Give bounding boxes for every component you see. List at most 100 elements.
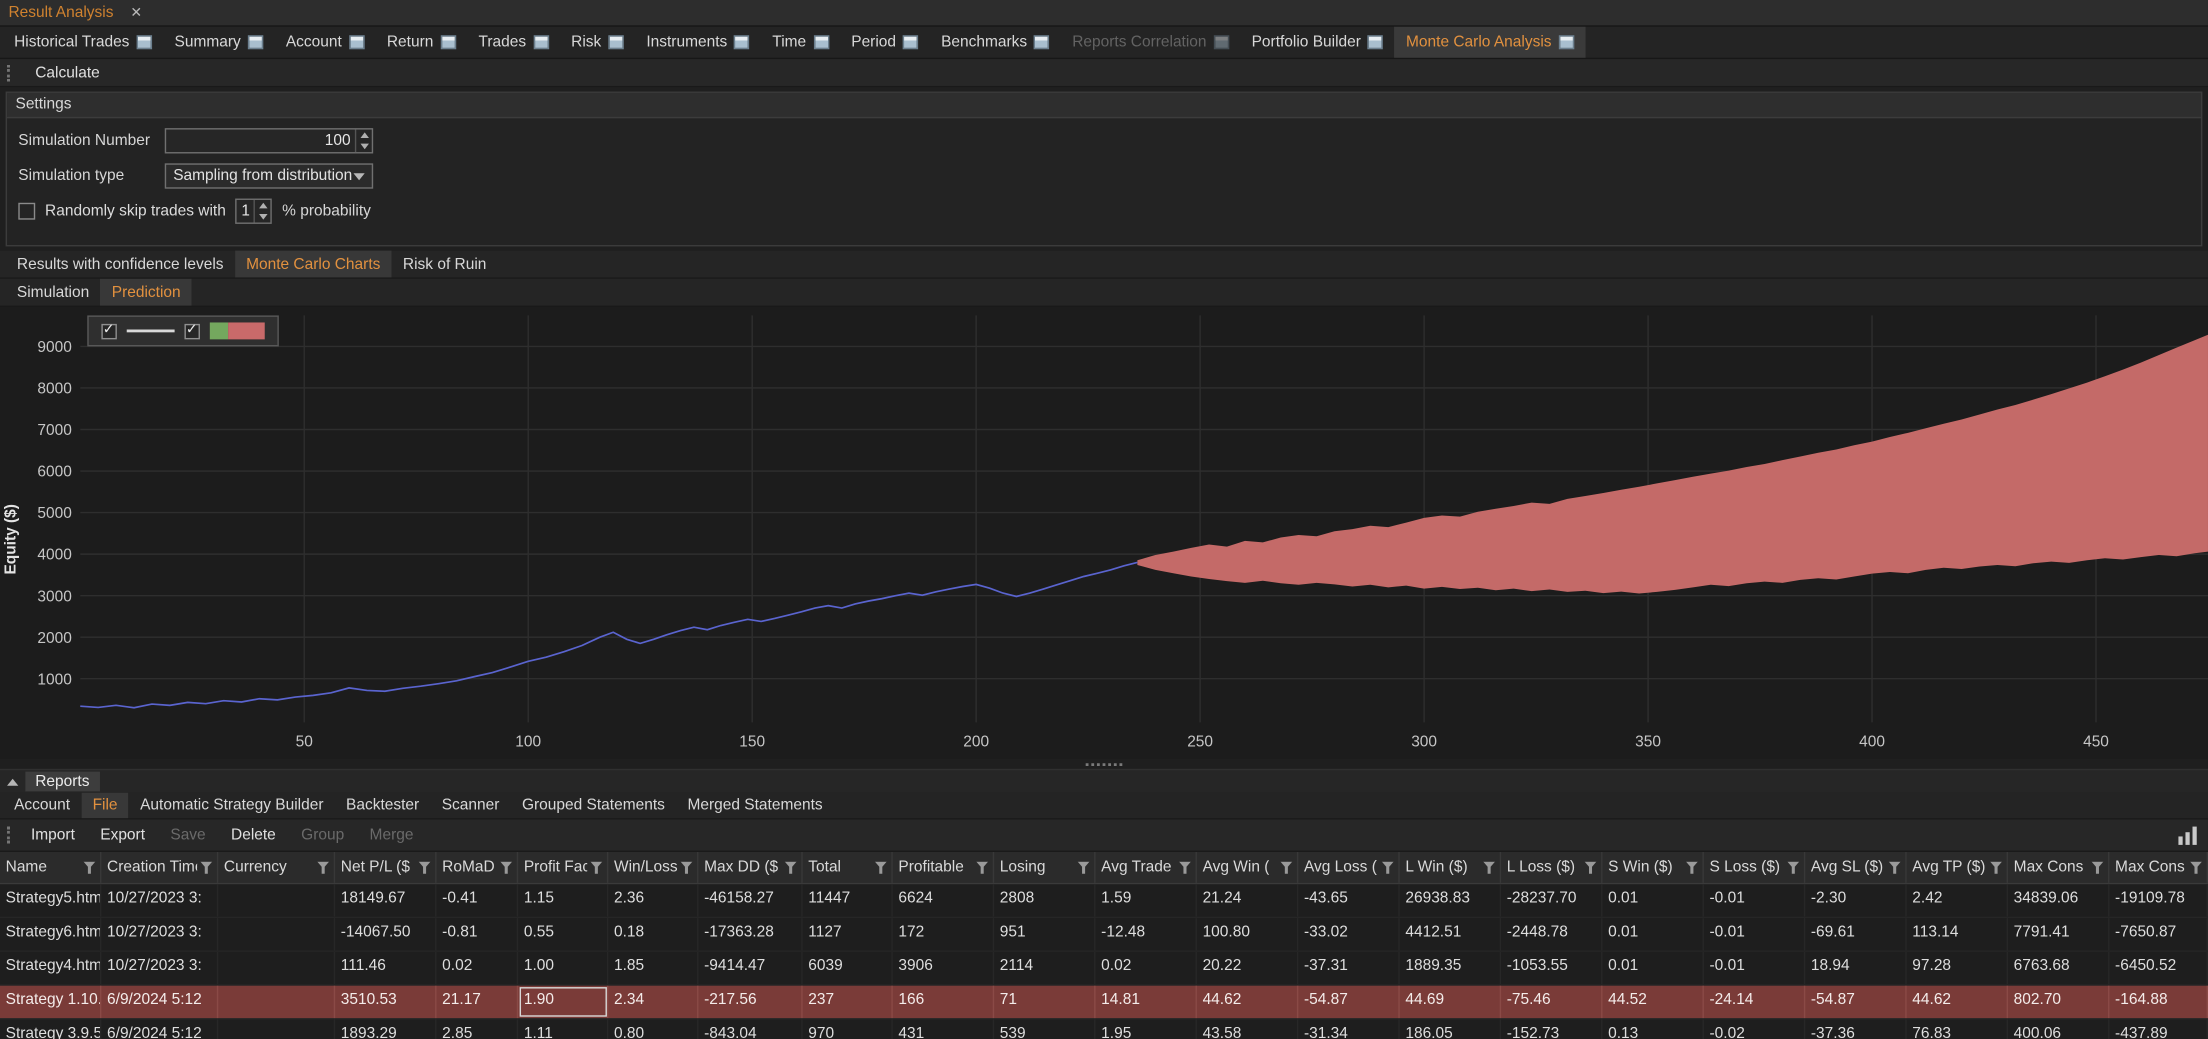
cell[interactable]: 970 — [803, 1020, 893, 1039]
cell[interactable]: -164.88 — [2109, 986, 2208, 1018]
filter-funnel-icon[interactable] — [1888, 861, 1901, 874]
cell[interactable]: -37.31 — [1298, 952, 1399, 984]
cell[interactable]: 2808 — [994, 884, 1095, 916]
cell[interactable]: 6/9/2024 5:12 — [101, 986, 218, 1018]
tab-risk[interactable]: Risk — [560, 27, 635, 58]
cell[interactable]: 14.81 — [1096, 986, 1197, 1018]
filter-funnel-icon[interactable] — [976, 861, 989, 874]
cell[interactable]: 10/27/2023 3: — [101, 952, 218, 984]
spin-down-icon[interactable] — [356, 141, 371, 152]
cell[interactable]: -33.02 — [1298, 918, 1399, 950]
tab-automatic-strategy-builder[interactable]: Automatic Strategy Builder — [129, 793, 335, 818]
cell[interactable]: 34839.06 — [2008, 884, 2109, 916]
cell[interactable]: 802.70 — [2008, 986, 2109, 1018]
tab-backtester[interactable]: Backtester — [335, 793, 431, 818]
cell[interactable]: 1.85 — [608, 952, 698, 984]
cell[interactable]: 400.06 — [2008, 1020, 2109, 1039]
filter-funnel-icon[interactable] — [1787, 861, 1800, 874]
column-header-l-loss-15[interactable]: L Loss ($) — [1501, 852, 1602, 883]
cell[interactable] — [218, 884, 335, 916]
cell[interactable]: -0.02 — [1704, 1020, 1805, 1039]
cell[interactable]: 2114 — [994, 952, 1095, 984]
cell[interactable]: 100.80 — [1197, 918, 1298, 950]
cell[interactable]: 2.36 — [608, 884, 698, 916]
filter-funnel-icon[interactable] — [200, 861, 213, 874]
close-icon[interactable]: ✕ — [130, 5, 142, 20]
cell[interactable]: -2.30 — [1805, 884, 1906, 916]
table-row[interactable]: Strategy 1.10.6/9/2024 5:123510.5321.171… — [0, 986, 2208, 1020]
cell[interactable]: 6763.68 — [2008, 952, 2109, 984]
cell[interactable]: 1.95 — [1096, 1020, 1197, 1039]
cell[interactable]: Strategy4.htm — [0, 952, 101, 984]
toolbar-grip[interactable] — [7, 64, 14, 81]
tab-account[interactable]: Account — [275, 27, 376, 58]
tab-benchmarks[interactable]: Benchmarks — [930, 27, 1061, 58]
column-header-avg-win-12[interactable]: Avg Win ( — [1197, 852, 1298, 883]
column-header-profit-fact-5[interactable]: Profit Fact — [518, 852, 608, 883]
cell[interactable]: -0.01 — [1704, 884, 1805, 916]
cell[interactable]: 2.85 — [437, 1020, 519, 1039]
cell[interactable] — [218, 952, 335, 984]
column-header-s-win-16[interactable]: S Win ($) — [1602, 852, 1703, 883]
column-header-avg-loss-13[interactable]: Avg Loss ( — [1298, 852, 1399, 883]
cell[interactable]: 44.62 — [1907, 986, 2008, 1018]
cell[interactable]: -43.65 — [1298, 884, 1399, 916]
cell[interactable]: 76.83 — [1907, 1020, 2008, 1039]
tab-scanner[interactable]: Scanner — [430, 793, 510, 818]
cell[interactable]: 1889.35 — [1400, 952, 1501, 984]
tab-reports-correlation[interactable]: Reports Correlation — [1061, 27, 1240, 58]
tab-account[interactable]: Account — [3, 793, 82, 818]
column-header-max-cons-21[interactable]: Max Cons — [2109, 852, 2208, 883]
cell[interactable]: 44.62 — [1197, 986, 1298, 1018]
simulation-type-dropdown[interactable]: Sampling from distribution — [165, 163, 373, 188]
filter-funnel-icon[interactable] — [83, 861, 96, 874]
cell[interactable]: 21.24 — [1197, 884, 1298, 916]
reports-header[interactable]: Reports — [0, 769, 2208, 793]
cell[interactable]: 113.14 — [1907, 918, 2008, 950]
column-header-losing-10[interactable]: Losing — [994, 852, 1095, 883]
cell[interactable]: 186.05 — [1400, 1020, 1501, 1039]
cell[interactable]: 0.01 — [1602, 884, 1703, 916]
cell[interactable]: 2.34 — [608, 986, 698, 1018]
cell[interactable]: 20.22 — [1197, 952, 1298, 984]
column-header-max-dd-7[interactable]: Max DD ($ — [698, 852, 802, 883]
column-header-currency-2[interactable]: Currency — [218, 852, 335, 883]
cell[interactable]: Strategy 3.9.5 — [0, 1020, 101, 1039]
calculate-button[interactable]: Calculate — [24, 61, 111, 84]
cell[interactable]: 172 — [893, 918, 994, 950]
filter-funnel-icon[interactable] — [874, 861, 887, 874]
cell[interactable]: -31.34 — [1298, 1020, 1399, 1039]
cell[interactable]: -7650.87 — [2109, 918, 2208, 950]
splitter-handle[interactable] — [0, 759, 2208, 769]
cell[interactable]: 111.46 — [335, 952, 436, 984]
cell[interactable]: 43.58 — [1197, 1020, 1298, 1039]
column-chart-icon[interactable] — [2178, 826, 2196, 844]
column-header-avg-tp-19[interactable]: Avg TP ($) — [1907, 852, 2008, 883]
filter-funnel-icon[interactable] — [500, 861, 513, 874]
cell[interactable]: -75.46 — [1501, 986, 1602, 1018]
cell[interactable]: -12.48 — [1096, 918, 1197, 950]
cell[interactable]: -0.81 — [437, 918, 519, 950]
cell[interactable]: 26938.83 — [1400, 884, 1501, 916]
cell[interactable]: -843.04 — [698, 1020, 802, 1039]
cell[interactable]: -0.41 — [437, 884, 519, 916]
cell[interactable]: 539 — [994, 1020, 1095, 1039]
cell[interactable]: 1127 — [803, 918, 893, 950]
cell[interactable]: 0.13 — [1602, 1020, 1703, 1039]
filter-funnel-icon[interactable] — [1483, 861, 1496, 874]
tab-file[interactable]: File — [81, 793, 129, 818]
cell[interactable]: 1.90 — [518, 986, 608, 1018]
filter-funnel-icon[interactable] — [1077, 861, 1090, 874]
cell[interactable]: 44.69 — [1400, 986, 1501, 1018]
cell[interactable]: 1.59 — [1096, 884, 1197, 916]
spin-up-icon[interactable] — [356, 130, 371, 141]
tab-risk-of-ruin[interactable]: Risk of Ruin — [392, 251, 498, 278]
tab-merged-statements[interactable]: Merged Statements — [676, 793, 834, 818]
cell[interactable]: -217.56 — [698, 986, 802, 1018]
cell[interactable]: 3906 — [893, 952, 994, 984]
spin-down-icon[interactable] — [255, 211, 270, 222]
cell[interactable]: 2.42 — [1907, 884, 2008, 916]
filter-funnel-icon[interactable] — [1990, 861, 2003, 874]
filter-funnel-icon[interactable] — [784, 861, 797, 874]
cell[interactable]: -17363.28 — [698, 918, 802, 950]
